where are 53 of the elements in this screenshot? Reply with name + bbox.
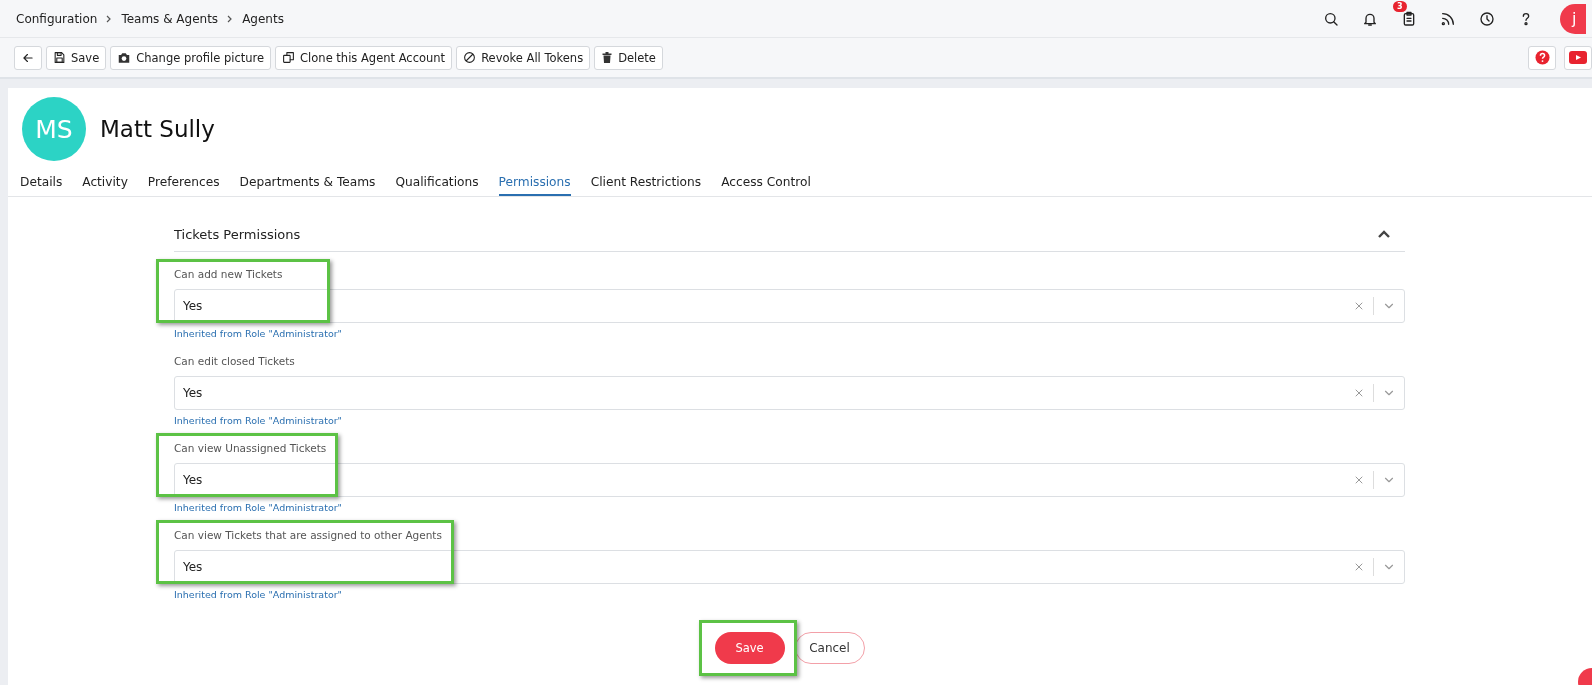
back-button[interactable] [14,45,42,70]
clock-icon [1479,10,1495,27]
field-label: Can view Unassigned Tickets [174,442,327,454]
tab[interactable]: Details [20,175,63,196]
breadcrumb-link[interactable]: Configuration [16,11,98,26]
rss-icon [1440,10,1456,27]
agent-name: Matt Sully [100,116,215,142]
breadcrumb-link[interactable]: Agents [242,11,284,26]
select-field[interactable]: Yes [174,463,1405,497]
notification-count: 3 [1393,0,1407,12]
user-avatar[interactable]: j [1560,3,1586,34]
toolbar-button[interactable]: Delete [594,45,663,70]
play-icon [1569,51,1587,64]
cancel-button[interactable]: Cancel [794,632,865,664]
clear-icon [1353,561,1365,573]
select-field[interactable]: Yes [174,376,1405,410]
clear-icon [1353,474,1365,486]
select-field[interactable]: Yes [174,550,1405,584]
section-title: Tickets Permissions [174,227,301,242]
avatar: MS [22,97,86,161]
tab[interactable]: Activity [82,175,128,196]
inherited-note: Inherited from Role "Administrator" [174,589,343,600]
copy-icon [282,51,296,64]
question-icon [1534,50,1550,65]
select-field[interactable]: Yes [174,289,1405,323]
search-icon [1323,10,1339,27]
tab[interactable]: Client Restrictions [590,175,702,196]
field-label: Can add new Tickets [174,268,283,280]
prohibited-icon [463,51,477,64]
inherited-note: Inherited from Role "Administrator" [174,502,343,513]
help-button[interactable] [1528,45,1556,70]
inherited-note: Inherited from Role "Administrator" [174,415,343,426]
field-label: Can view Tickets that are assigned to other Agents [174,529,442,541]
camera-icon [117,50,132,65]
clear-icon [1353,300,1365,312]
breadcrumb-link[interactable]: Teams & Agents [121,11,219,26]
toolbar-button[interactable]: Clone this Agent Account [275,45,453,70]
chevron-up-icon[interactable] [1377,230,1391,239]
clear-icon [1353,387,1365,399]
field-label: Can edit closed Tickets [174,355,295,367]
video-button[interactable] [1564,45,1592,70]
inherited-note: Inherited from Role "Administrator" [174,328,343,339]
tab[interactable]: Preferences [147,175,220,196]
tab[interactable]: Departments & Teams [239,175,376,196]
save-button[interactable]: Save [714,632,785,664]
trash-icon [601,51,614,64]
tab[interactable]: Access Control [721,175,811,196]
tab[interactable]: Permissions [498,175,571,196]
toolbar-button[interactable]: Change profile picture [110,45,272,70]
clipboard-icon [1401,10,1417,27]
toolbar-button[interactable]: Revoke All Tokens [456,45,591,70]
tab[interactable]: Qualifications [395,175,479,196]
toolbar-button[interactable]: Save [46,45,107,70]
